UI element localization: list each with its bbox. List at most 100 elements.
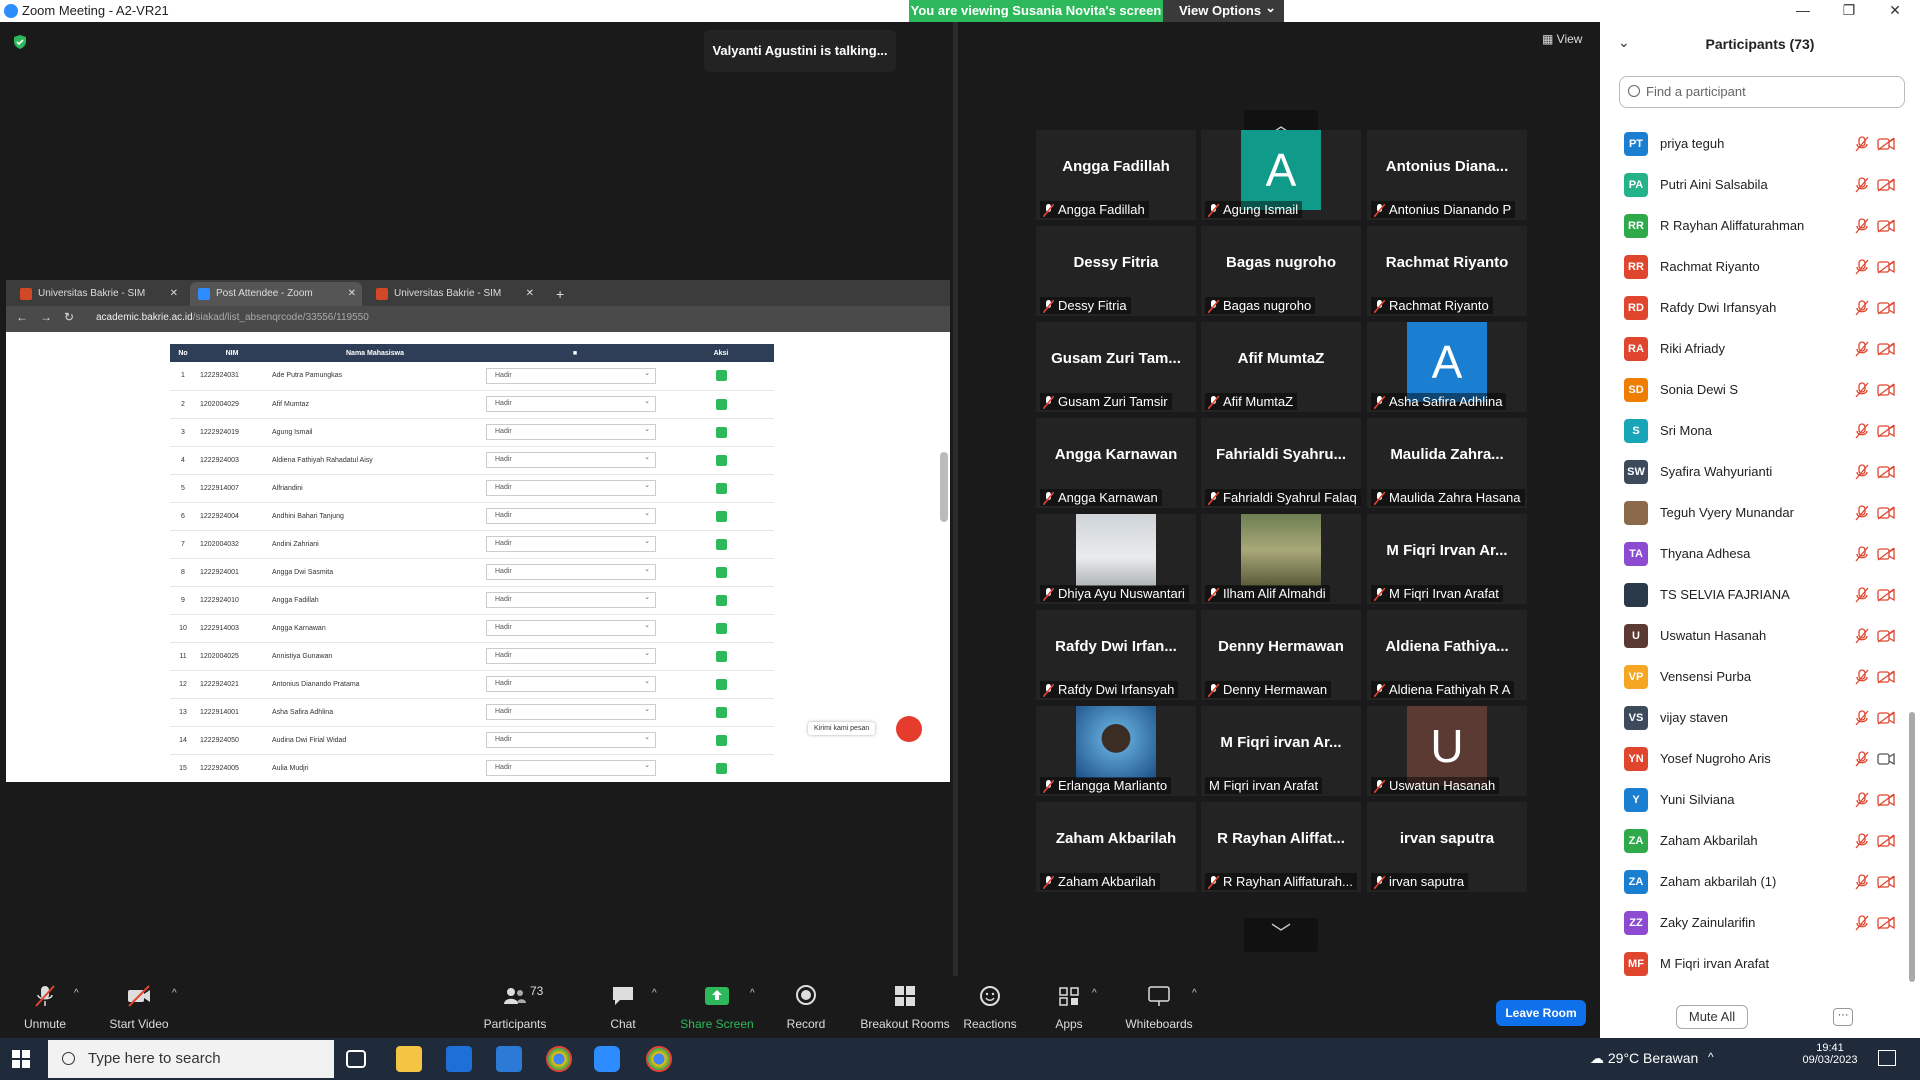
save-icon[interactable] [715,426,727,438]
save-icon[interactable] [715,454,727,466]
muted-mic-icon[interactable] [1855,341,1869,357]
mail-icon[interactable] [496,1046,522,1072]
participant-row[interactable]: ZA Zaham akbarilah (1) [1600,862,1905,903]
muted-mic-icon[interactable] [1855,915,1869,931]
participants-button[interactable]: 73 Participants [470,984,560,1031]
muted-mic-icon[interactable] [1855,259,1869,275]
save-icon[interactable] [715,482,727,494]
apps-options-caret-icon[interactable]: ^ [1092,988,1097,999]
participant-video-tile[interactable]: M Fiqri irvan Ar... M Fiqri irvan Arafat [1201,706,1361,796]
new-tab-button[interactable]: + [546,282,576,306]
muted-mic-icon[interactable] [1855,177,1869,193]
muted-mic-icon[interactable] [1855,833,1869,849]
reload-icon[interactable]: ↻ [64,310,74,324]
video-off-icon[interactable] [1877,547,1895,561]
share-screen-button[interactable]: Share Screen [672,984,762,1031]
browser-tab[interactable]: Universitas Bakrie - SIM Akadem ✕ [12,282,184,323]
close-tab-icon[interactable]: ✕ [348,282,356,306]
muted-mic-icon[interactable] [1855,669,1869,685]
video-off-icon[interactable] [1877,178,1895,192]
page-scrollbar[interactable] [940,452,948,522]
chat-bubble-icon[interactable] [896,716,922,742]
participant-row[interactable]: Teguh Vyery Munandar [1600,493,1905,534]
status-select[interactable]: Hadir [486,759,656,776]
save-icon[interactable] [715,510,727,522]
breakout-rooms-button[interactable]: Breakout Rooms [853,984,957,1031]
participant-video-tile[interactable]: irvan saputra irvan saputra [1367,802,1527,892]
participant-video-tile[interactable]: Maulida Zahra... Maulida Zahra Hasana [1367,418,1527,508]
video-off-icon[interactable] [1877,875,1895,889]
save-icon[interactable] [715,678,727,690]
participant-row[interactable]: PA Putri Aini Salsabila [1600,165,1905,206]
participant-row[interactable]: U Uswatun Hasanah [1600,616,1905,657]
video-off-icon[interactable] [1877,219,1895,233]
more-options-button[interactable]: ··· [1833,1008,1853,1026]
video-off-icon[interactable] [1877,260,1895,274]
participant-list-scrollbar[interactable] [1909,712,1915,982]
participant-row[interactable]: RR R Rayhan Aliffaturahman [1600,206,1905,247]
muted-mic-icon[interactable] [1855,218,1869,234]
whiteboard-options-caret-icon[interactable]: ^ [1192,988,1197,999]
back-icon[interactable]: ← [16,310,28,324]
participant-video-tile[interactable]: Dhiya Ayu Nuswantari [1036,514,1196,604]
video-off-icon[interactable] [1877,301,1895,315]
participant-video-tile[interactable]: Rachmat Riyanto Rachmat Riyanto [1367,226,1527,316]
participant-video-tile[interactable]: Aldiena Fathiya... Aldiena Fathiyah R A [1367,610,1527,700]
muted-mic-icon[interactable] [1855,464,1869,480]
audio-options-caret-icon[interactable]: ^ [74,988,79,999]
muted-mic-icon[interactable] [1855,792,1869,808]
minimize-button[interactable]: — [1780,0,1826,22]
status-select[interactable]: Hadir [486,367,656,384]
video-off-icon[interactable] [1877,383,1895,397]
status-select[interactable]: Hadir [486,675,656,692]
status-select[interactable]: Hadir [486,451,656,468]
close-tab-icon[interactable]: ✕ [170,282,178,306]
windows-start-icon[interactable] [12,1050,30,1068]
video-on-icon[interactable] [1877,752,1895,766]
participant-row[interactable]: S Sri Mona [1600,411,1905,452]
participant-row[interactable]: ZA Zaham Akbarilah [1600,821,1905,862]
close-button[interactable]: ✕ [1872,0,1918,22]
participant-video-tile[interactable]: Erlangga Marlianto [1036,706,1196,796]
status-select[interactable]: Hadir [486,731,656,748]
participant-video-tile[interactable]: Angga Karnawan Angga Karnawan [1036,418,1196,508]
video-off-icon[interactable] [1877,629,1895,643]
muted-mic-icon[interactable] [1855,546,1869,562]
microsoft-store-icon[interactable] [446,1046,472,1072]
gallery-page-down-button[interactable]: ﹀ [1244,918,1318,952]
participant-row[interactable]: SW Syafira Wahyurianti [1600,452,1905,493]
leave-room-button[interactable]: Leave Room [1496,1000,1586,1026]
forward-icon[interactable]: → [40,310,52,324]
save-icon[interactable] [715,370,727,382]
participant-row[interactable]: RR Rachmat Riyanto [1600,247,1905,288]
participant-video-tile[interactable]: R Rayhan Aliffat... R Rayhan Aliffaturah.… [1201,802,1361,892]
participant-row[interactable]: PT priya teguh [1600,124,1905,165]
muted-mic-icon[interactable] [1855,628,1869,644]
video-off-icon[interactable] [1877,342,1895,356]
chat-widget-label[interactable]: Kirimi kami pesan [808,722,876,735]
apps-button[interactable]: Apps [1024,984,1114,1031]
status-select[interactable]: Hadir [486,619,656,636]
mute-all-button[interactable]: Mute All [1676,1005,1748,1029]
chrome-profile-icon[interactable] [646,1046,672,1072]
save-icon[interactable] [715,762,727,774]
participant-row[interactable]: Y Yuni Silviana [1600,780,1905,821]
video-off-icon[interactable] [1877,711,1895,725]
close-tab-icon[interactable]: ✕ [526,282,534,306]
participant-video-tile[interactable]: M Fiqri Irvan Ar... M Fiqri Irvan Arafat [1367,514,1527,604]
status-select[interactable]: Hadir [486,423,656,440]
muted-mic-icon[interactable] [1855,751,1869,767]
save-icon[interactable] [715,398,727,410]
save-icon[interactable] [715,650,727,662]
taskbar-clock[interactable]: 19:41 09/03/2023 [1800,1042,1860,1066]
status-select[interactable]: Hadir [486,479,656,496]
view-options-button[interactable]: View Options ⌄ [1163,0,1284,22]
file-explorer-icon[interactable] [396,1046,422,1072]
muted-mic-icon[interactable] [1855,382,1869,398]
whiteboards-button[interactable]: Whiteboards [1114,984,1204,1031]
zoom-taskbar-icon[interactable] [594,1046,620,1072]
taskbar-search-input[interactable]: Type here to search [48,1040,334,1078]
muted-mic-icon[interactable] [1855,136,1869,152]
video-off-icon[interactable] [1877,465,1895,479]
participant-row[interactable]: TA Thyana Adhesa [1600,534,1905,575]
